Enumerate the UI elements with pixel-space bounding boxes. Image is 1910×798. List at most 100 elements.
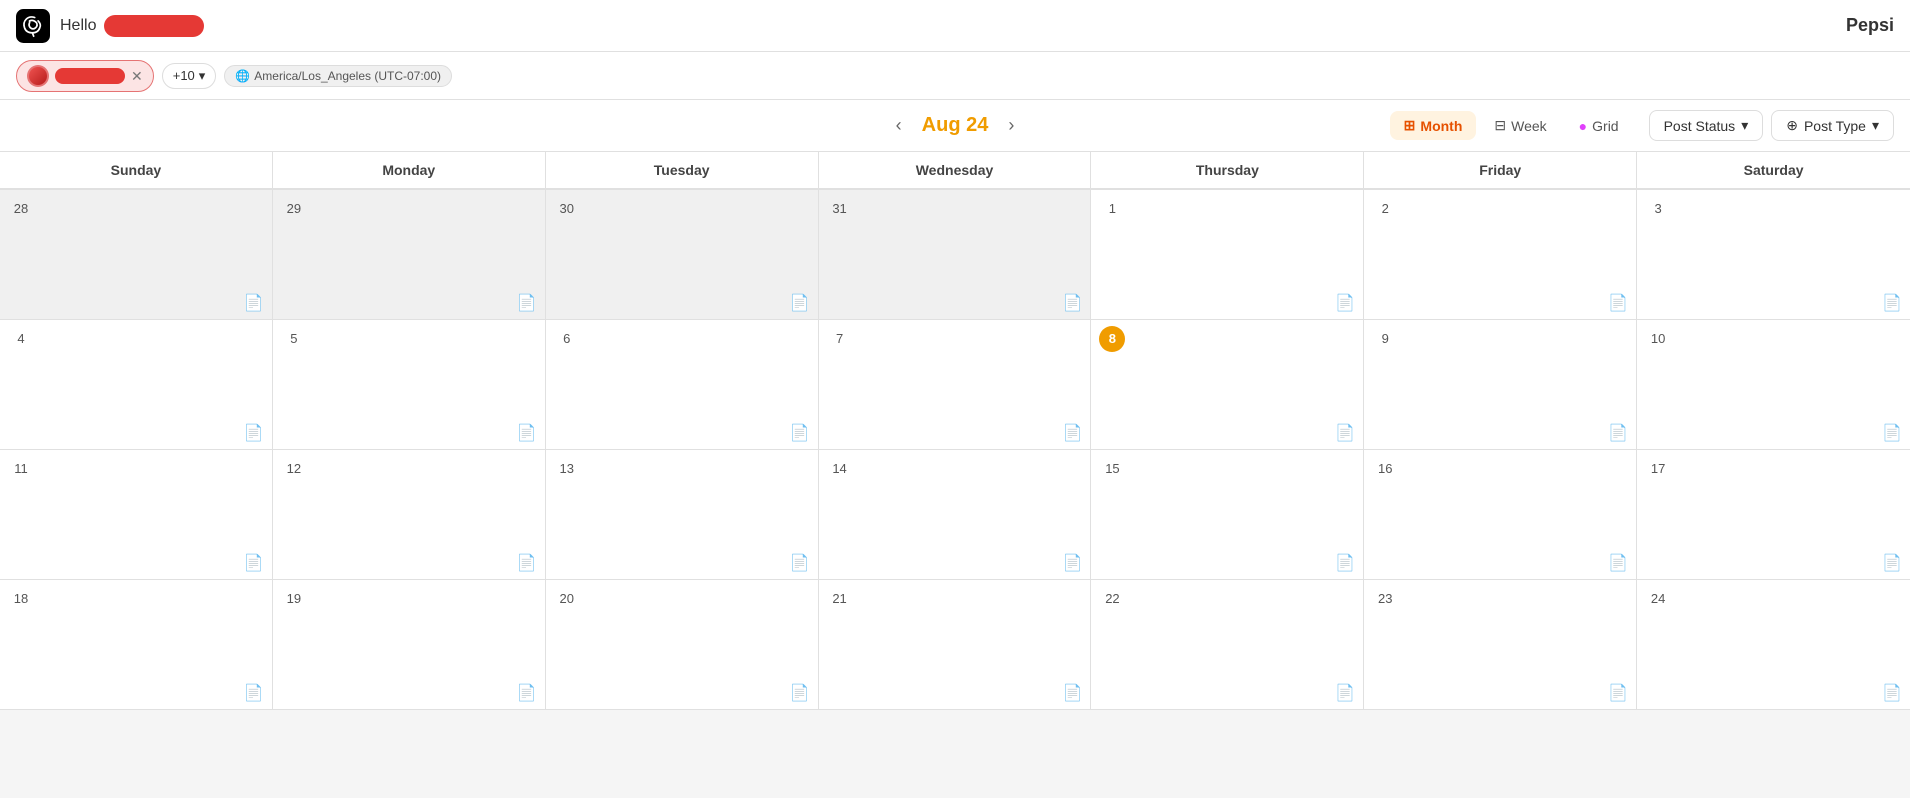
calendar-day-cell[interactable]: 11 📄 [0, 450, 273, 580]
brand-name: Pepsi [1846, 15, 1894, 36]
add-post-icon[interactable]: 📄 [1335, 683, 1355, 703]
add-post-icon[interactable]: 📄 [1608, 293, 1628, 313]
calendar-day-cell[interactable]: 8📄 [1091, 320, 1364, 450]
add-post-icon[interactable]: 📄 [517, 423, 537, 443]
calendar-day-cell[interactable]: 7📄 [819, 320, 1092, 450]
remove-filter-button[interactable]: ✕ [131, 69, 143, 83]
post-type-icon: ⊕ [1786, 117, 1798, 134]
add-post-icon[interactable]: 📄 [1608, 683, 1628, 703]
day-of-week-header: Saturday [1637, 152, 1910, 188]
calendar-day-cell[interactable]: 12 📄 [273, 450, 546, 580]
calendar-day-cell[interactable]: 29 📄 [273, 190, 546, 320]
post-status-filter[interactable]: Post Status ▾ [1649, 110, 1764, 141]
calendar-container: SundayMondayTuesdayWednesdayThursdayFrid… [0, 152, 1910, 710]
next-month-button[interactable]: › [1000, 111, 1022, 140]
day-number: 31 [827, 196, 853, 222]
calendar-day-cell[interactable]: 20 📄 [546, 580, 819, 710]
add-post-icon[interactable]: 📄 [244, 423, 264, 443]
calendar-day-cell[interactable]: 13📄 [546, 450, 819, 580]
day-of-week-header: Monday [273, 152, 546, 188]
add-post-icon[interactable]: 📄 [1882, 423, 1902, 443]
add-post-icon[interactable]: 📄 [1063, 423, 1083, 443]
day-number: 2 [1372, 196, 1398, 222]
timezone-badge: 🌐 America/Los_Angeles (UTC-07:00) [224, 65, 452, 87]
day-number: 20 [554, 586, 580, 612]
calendar-day-cell[interactable]: 21📄 [819, 580, 1092, 710]
add-post-icon[interactable]: 📄 [790, 683, 810, 703]
calendar-day-cell[interactable]: 2📄 [1364, 190, 1637, 320]
calendar-day-cell[interactable]: 10📄 [1637, 320, 1910, 450]
calendar-icon: ⊞ [1404, 117, 1416, 134]
calendar-day-cell[interactable]: 19📄 [273, 580, 546, 710]
calendar-day-cell[interactable]: 3📄 [1637, 190, 1910, 320]
day-number: 29 [281, 196, 307, 222]
day-of-week-header: Friday [1364, 152, 1637, 188]
calendar-grid: 28📄29📄30📄31📄1📄2📄3📄4📄5📄6📄7📄8📄9📄10📄11📄12📄1… [0, 190, 1910, 710]
add-post-icon[interactable]: 📄 [1608, 553, 1628, 573]
day-number: 17 [1645, 456, 1671, 482]
day-number: 22 [1099, 586, 1125, 612]
add-post-icon[interactable]: 📄 [1882, 293, 1902, 313]
calendar-day-cell[interactable]: 17 📄 [1637, 450, 1910, 580]
add-post-icon[interactable]: 📄 [1882, 553, 1902, 573]
grid-view-button[interactable]: ● Grid [1565, 112, 1633, 140]
add-post-icon[interactable]: 📄 [1335, 293, 1355, 313]
month-view-button[interactable]: ⊞ Month [1390, 111, 1477, 140]
filterbar: ✕ +10 ▾ 🌐 America/Los_Angeles (UTC-07:00… [0, 52, 1910, 100]
day-number: 3 [1645, 196, 1671, 222]
view-switcher: ⊞ Month ⊟ Week ● Grid [1390, 111, 1633, 140]
day-number: 5 [281, 326, 307, 352]
calendar-day-cell[interactable]: 18📄 [0, 580, 273, 710]
add-post-icon[interactable]: 📄 [790, 293, 810, 313]
day-number: 11 [8, 456, 34, 482]
calendar-day-cell[interactable]: 23📄 [1364, 580, 1637, 710]
chevron-down-icon: ▾ [199, 68, 206, 84]
week-icon: ⊟ [1494, 117, 1506, 134]
calendar-day-cell[interactable]: 1📄 [1091, 190, 1364, 320]
add-post-icon[interactable]: 📄 [790, 553, 810, 573]
add-post-icon[interactable]: 📄 [1063, 683, 1083, 703]
add-post-icon[interactable]: 📄 [244, 683, 264, 703]
add-post-icon[interactable]: 📄 [790, 423, 810, 443]
account-filter-chip[interactable]: ✕ [16, 60, 154, 92]
add-post-icon[interactable]: 📄 [1608, 423, 1628, 443]
grid-view-label: Grid [1592, 118, 1618, 134]
day-number: 24 [1645, 586, 1671, 612]
calendar-day-cell[interactable]: 9📄 [1364, 320, 1637, 450]
calendar-day-cell[interactable]: 22 📄 [1091, 580, 1364, 710]
calendar-day-cell[interactable]: 4📄 [0, 320, 273, 450]
more-filters-button[interactable]: +10 ▾ [162, 63, 217, 89]
calendar-day-cell[interactable]: 5📄 [273, 320, 546, 450]
threads-logo [16, 9, 50, 43]
calendar-day-cell[interactable]: 16 📄 [1364, 450, 1637, 580]
calendar-day-cell[interactable]: 24 📄 [1637, 580, 1910, 710]
add-post-icon[interactable]: 📄 [517, 683, 537, 703]
calendar-day-cell[interactable]: 30 📄 [546, 190, 819, 320]
calendar-day-cell[interactable]: 6📄 [546, 320, 819, 450]
post-type-filter[interactable]: ⊕ Post Type ▾ [1771, 110, 1894, 141]
add-post-icon[interactable]: 📄 [1335, 553, 1355, 573]
add-post-icon[interactable]: 📄 [517, 553, 537, 573]
calendar-day-cell[interactable]: 15📄 [1091, 450, 1364, 580]
add-post-icon[interactable]: 📄 [1063, 553, 1083, 573]
day-of-week-header: Thursday [1091, 152, 1364, 188]
more-filters-label: +10 [173, 68, 195, 83]
day-number: 30 [554, 196, 580, 222]
add-post-icon[interactable]: 📄 [1335, 423, 1355, 443]
add-post-icon[interactable]: 📄 [517, 293, 537, 313]
week-view-button[interactable]: ⊟ Week [1480, 111, 1560, 140]
add-post-icon[interactable]: 📄 [244, 553, 264, 573]
day-number: 12 [281, 456, 307, 482]
account-avatar [27, 65, 49, 87]
calendar-day-cell[interactable]: 14 📄 [819, 450, 1092, 580]
day-number: 16 [1372, 456, 1398, 482]
calendar-day-cell[interactable]: 28📄 [0, 190, 273, 320]
calendar-day-cell[interactable]: 31 📄 [819, 190, 1092, 320]
prev-month-button[interactable]: ‹ [888, 111, 910, 140]
add-post-icon[interactable]: 📄 [244, 293, 264, 313]
username-redacted [104, 15, 204, 37]
add-post-icon[interactable]: 📄 [1882, 683, 1902, 703]
day-number: 14 [827, 456, 853, 482]
add-post-icon[interactable]: 📄 [1063, 293, 1083, 313]
post-type-chevron: ▾ [1872, 117, 1879, 134]
